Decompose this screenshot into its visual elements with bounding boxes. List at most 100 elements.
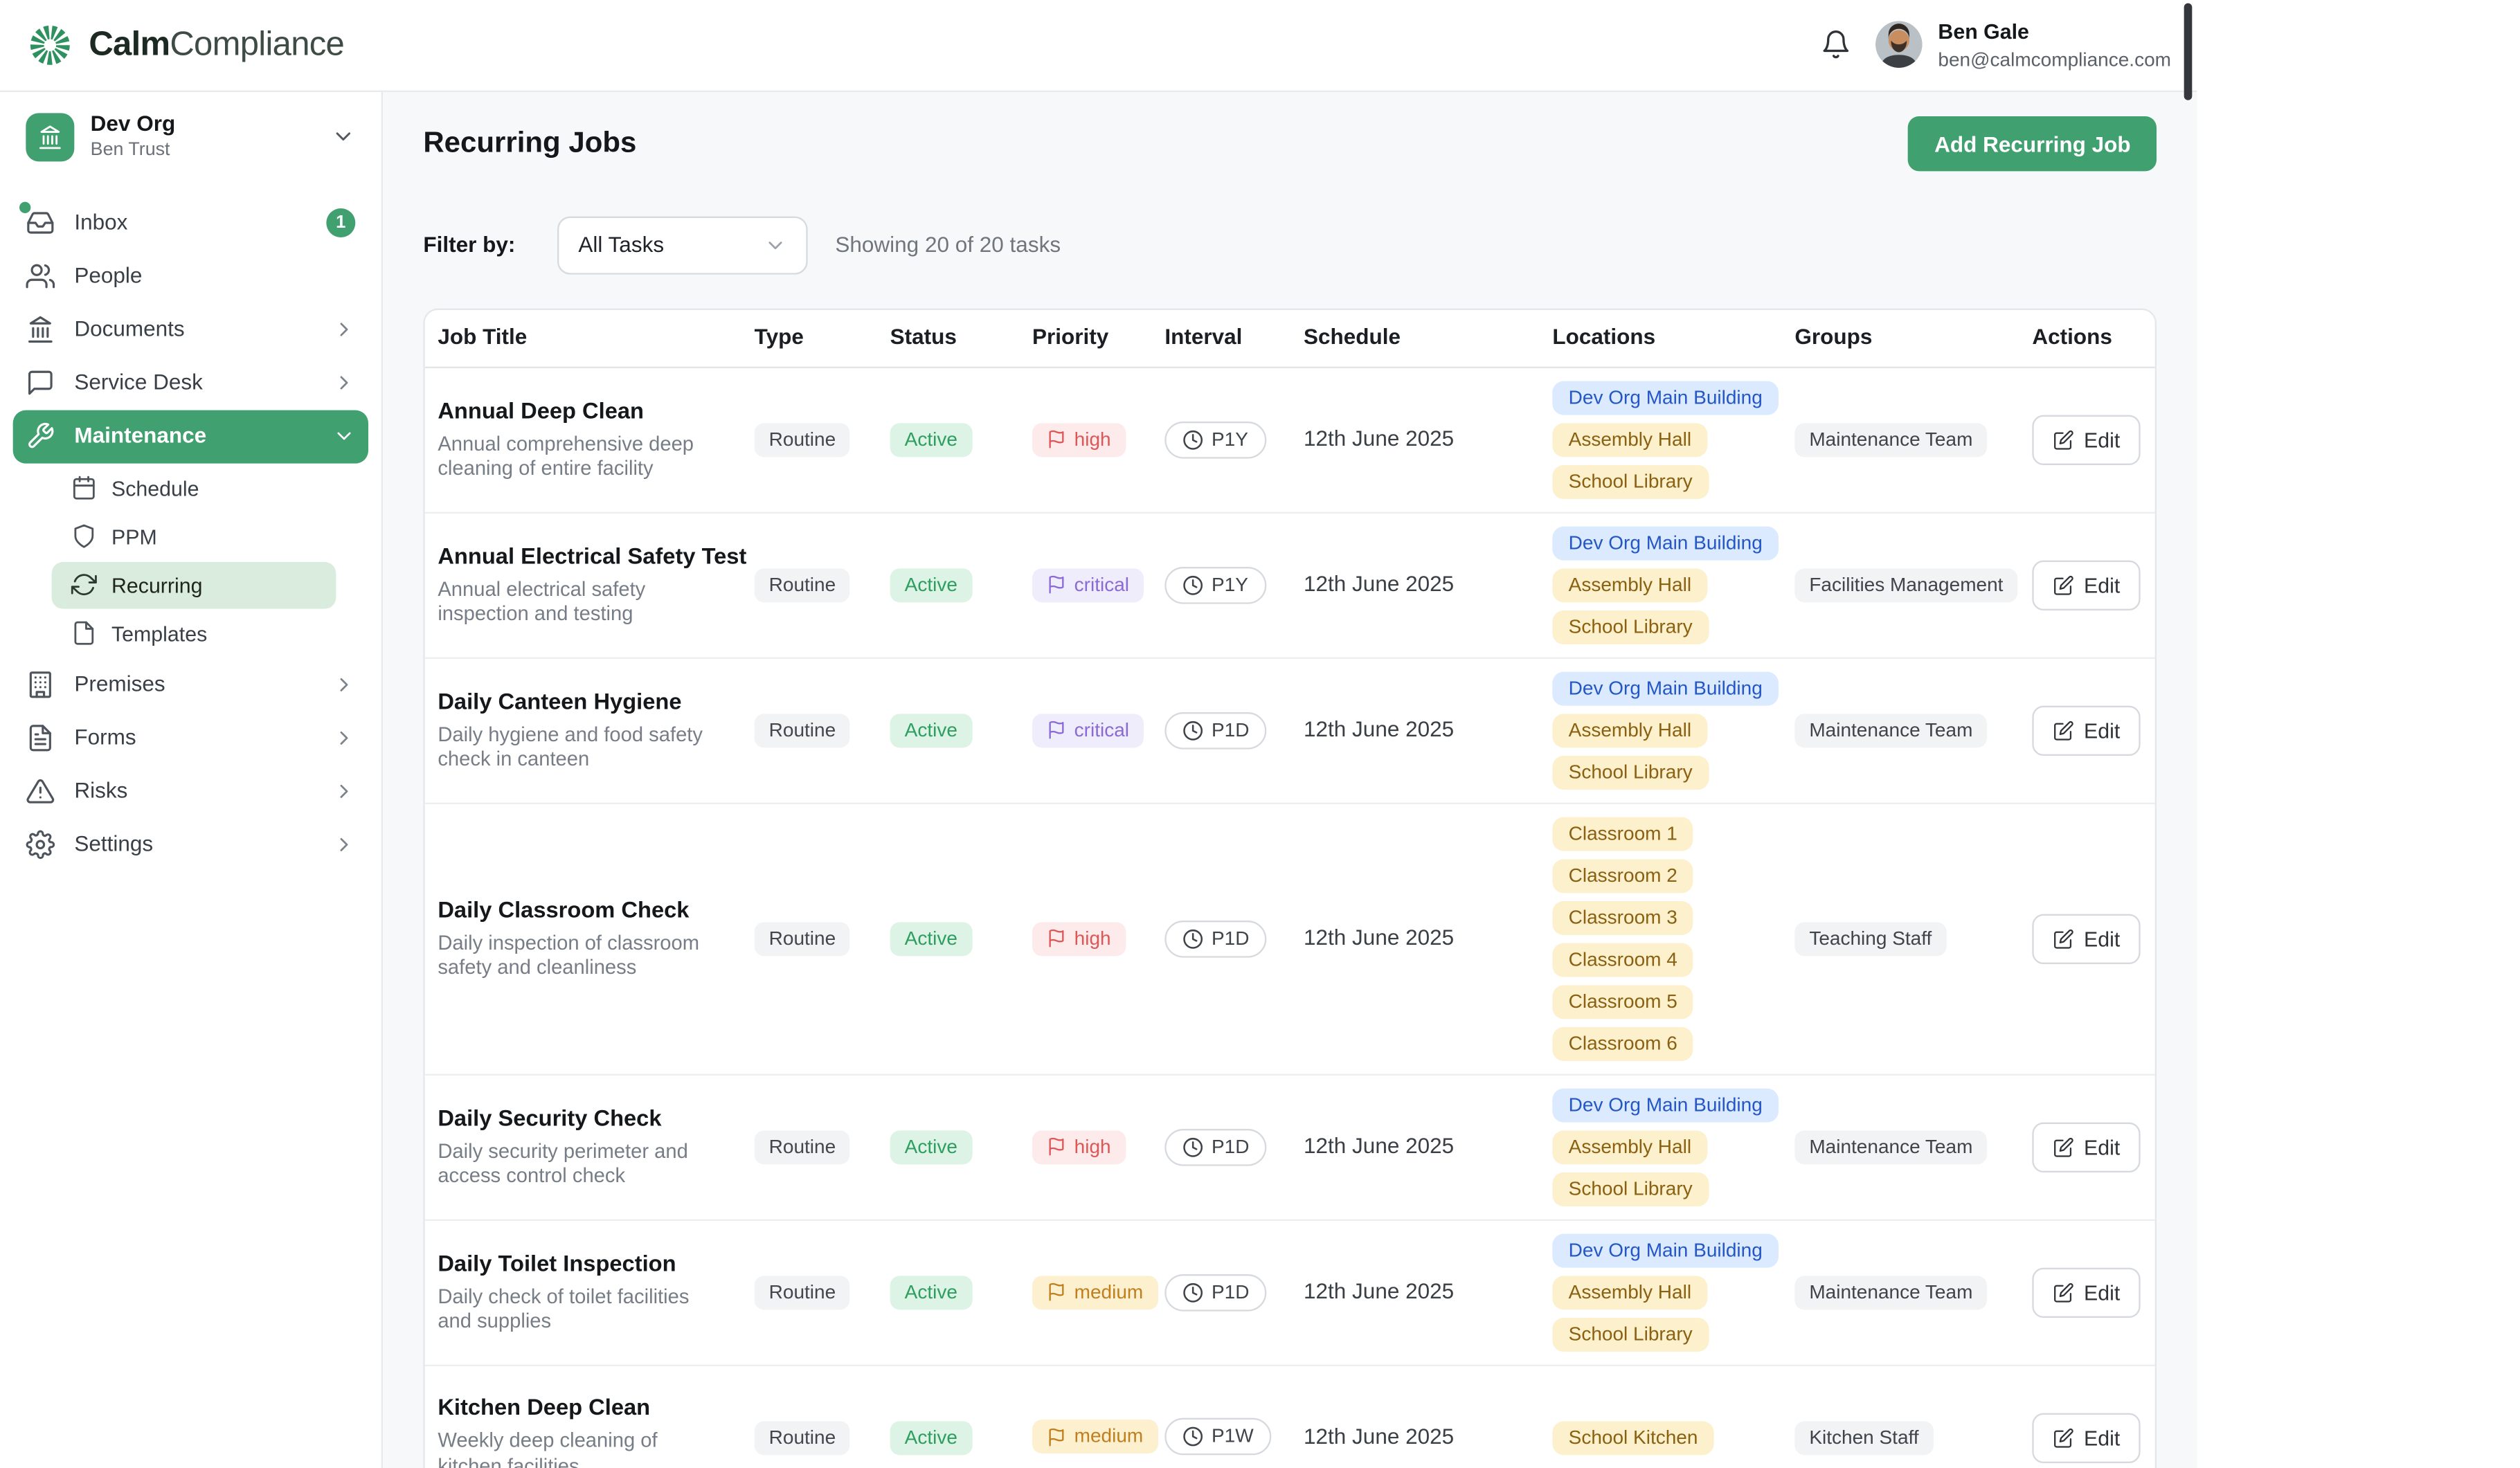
pencil-icon: [2053, 1283, 2074, 1303]
user-meta: Ben Gale ben@calmcompliance.com: [1938, 19, 2171, 71]
job-title: Daily Canteen Hygiene: [438, 688, 754, 715]
group-badge: Maintenance Team: [1794, 714, 1987, 747]
status-badge: Active: [890, 714, 972, 747]
sidebar-item-label: People: [74, 264, 336, 290]
sidebar-item-service-desk[interactable]: Service Desk: [13, 357, 368, 410]
clock-icon: [1182, 1136, 1203, 1157]
group-badge: Maintenance Team: [1794, 1276, 1987, 1310]
org-selector[interactable]: Dev Org Ben Trust: [13, 100, 368, 174]
sidebar: Dev Org Ben Trust Inbox 1 People Documen…: [0, 92, 383, 1468]
user-avatar[interactable]: [1875, 21, 1922, 69]
location-tag: School Library: [1552, 1172, 1709, 1206]
results-summary: Showing 20 of 20 tasks: [835, 233, 1061, 259]
table-row-annual-deep-clean: Annual Deep Clean Annual comprehensive d…: [425, 368, 2155, 514]
unread-count-badge: 1: [326, 209, 355, 238]
location-tag: School Library: [1552, 465, 1709, 499]
flag-icon: [1047, 929, 1066, 948]
edit-button[interactable]: Edit: [2032, 415, 2141, 465]
org-meta: Dev Org Ben Trust: [91, 111, 176, 163]
sidebar-item-settings[interactable]: Settings: [13, 819, 368, 872]
chevron-down-icon: [333, 426, 356, 448]
sidebar-item-documents[interactable]: Documents: [13, 304, 368, 357]
group-badge: Maintenance Team: [1794, 1130, 1987, 1164]
table-row-daily-security-check: Daily Security Check Daily security peri…: [425, 1076, 2155, 1221]
locations-list: Dev Org Main BuildingAssembly HallSchool…: [1540, 1076, 1782, 1220]
chevron-right-icon: [333, 319, 356, 342]
sidebar-item-maintenance[interactable]: Maintenance: [13, 410, 368, 464]
job-title: Annual Electrical Safety Test: [438, 543, 754, 570]
sidebar-item-templates[interactable]: Templates: [52, 610, 336, 658]
brand-name: CalmCompliance: [89, 25, 344, 66]
sidebar-item-risks[interactable]: Risks: [13, 765, 368, 819]
group-badge: Teaching Staff: [1794, 922, 1946, 956]
type-badge: Routine: [755, 714, 851, 747]
pencil-icon: [2053, 575, 2074, 596]
interval-badge: P1D: [1164, 1274, 1267, 1312]
table-row-daily-canteen-hygiene: Daily Canteen Hygiene Daily hygiene and …: [425, 659, 2155, 804]
sidebar-item-premises[interactable]: Premises: [13, 659, 368, 712]
app-window: CalmCompliance: [0, 0, 2197, 1468]
sidebar-item-forms[interactable]: Forms: [13, 712, 368, 765]
priority-badge: critical: [1032, 568, 1144, 602]
clock-icon: [1182, 574, 1203, 595]
chevron-right-icon: [333, 834, 356, 857]
column-header-interval: Interval: [1164, 325, 1304, 352]
vertical-scrollbar-thumb[interactable]: [2184, 3, 2193, 100]
interval-badge: P1Y: [1164, 422, 1266, 459]
type-badge: Routine: [755, 1130, 851, 1164]
table-header-row: Job TitleTypeStatusPriorityIntervalSched…: [425, 310, 2155, 368]
add-recurring-job-button[interactable]: Add Recurring Job: [1909, 116, 2157, 171]
priority-badge: high: [1032, 423, 1126, 457]
column-header-status: Status: [890, 325, 1032, 352]
org-owner: Ben Trust: [91, 141, 176, 163]
edit-button[interactable]: Edit: [2032, 1123, 2141, 1172]
edit-button[interactable]: Edit: [2032, 914, 2141, 964]
locations-list: Dev Org Main BuildingAssembly HallSchool…: [1540, 1221, 1782, 1365]
schedule-date: 12th June 2025: [1304, 1424, 1540, 1451]
sidebar-item-people[interactable]: People: [13, 251, 368, 304]
locations-list: Dev Org Main BuildingAssembly HallSchool…: [1540, 659, 1782, 803]
location-tag: School Library: [1552, 1318, 1709, 1352]
sidebar-item-ppm[interactable]: PPM: [52, 514, 336, 561]
job-description: Annual comprehensive deep cleaning of en…: [438, 433, 725, 483]
sidebar-item-schedule[interactable]: Schedule: [52, 465, 336, 512]
location-tag: Classroom 3: [1552, 901, 1693, 935]
service-desk-icon: [26, 369, 55, 398]
sidebar-item-inbox[interactable]: Inbox 1: [13, 197, 368, 251]
locations-list: Dev Org Main BuildingAssembly HallSchool…: [1540, 514, 1782, 658]
table-row-kitchen-deep-clean: Kitchen Deep Clean Weekly deep cleaning …: [425, 1366, 2155, 1468]
status-badge: Active: [890, 1420, 972, 1454]
job-title: Daily Toilet Inspection: [438, 1250, 754, 1277]
sidebar-item-label: Templates: [111, 622, 302, 646]
interval-badge: P1D: [1164, 1129, 1267, 1166]
chevron-right-icon: [333, 372, 356, 395]
task-filter-select[interactable]: All Tasks: [557, 217, 808, 275]
sidebar-item-recurring[interactable]: Recurring: [52, 562, 336, 609]
job-description: Daily security perimeter and access cont…: [438, 1140, 725, 1190]
page-title: Recurring Jobs: [423, 126, 636, 161]
settings-icon: [26, 831, 55, 860]
job-description: Daily inspection of classroom safety and…: [438, 932, 725, 982]
job-description: Annual electrical safety inspection and …: [438, 578, 725, 628]
edit-button[interactable]: Edit: [2032, 1412, 2141, 1462]
notifications-bell-icon[interactable]: [1820, 30, 1851, 60]
sidebar-item-label: Risks: [74, 779, 313, 806]
location-tag: Dev Org Main Building: [1552, 672, 1779, 706]
location-tag: Classroom 1: [1552, 817, 1693, 851]
edit-button[interactable]: Edit: [2032, 561, 2141, 610]
location-tag: School Kitchen: [1552, 1420, 1713, 1454]
templates-icon: [71, 621, 97, 646]
sidebar-nav: Inbox 1 People Documents Service Desk Ma…: [0, 197, 381, 872]
people-icon: [26, 262, 55, 291]
edit-button[interactable]: Edit: [2032, 1268, 2141, 1318]
location-tag: Classroom 2: [1552, 859, 1693, 893]
flag-icon: [1047, 430, 1066, 449]
recurring-icon: [71, 572, 97, 598]
edit-button[interactable]: Edit: [2032, 706, 2141, 756]
column-header-groups: Groups: [1782, 325, 2024, 352]
group-badge: Maintenance Team: [1794, 423, 1987, 457]
sidebar-item-label: Forms: [74, 726, 313, 752]
location-tag: Dev Org Main Building: [1552, 1089, 1779, 1123]
jobs-table-card: Job TitleTypeStatusPriorityIntervalSched…: [423, 309, 2157, 1468]
job-title: Annual Deep Clean: [438, 397, 754, 424]
